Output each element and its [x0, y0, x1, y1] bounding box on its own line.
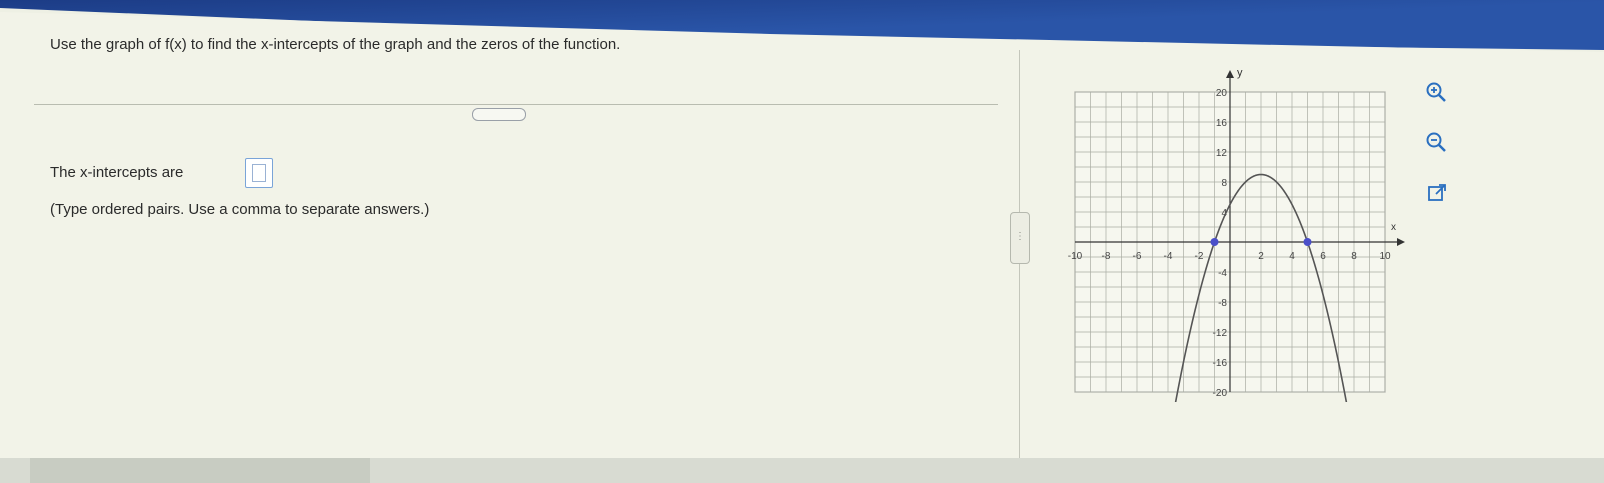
divider — [34, 104, 998, 105]
y-axis-label: y — [1237, 67, 1243, 79]
y-tick-label: -12 — [1213, 328, 1228, 339]
y-tick-label: -4 — [1218, 268, 1227, 279]
x-tick-label: -8 — [1102, 251, 1111, 262]
question-text: Use the graph of f(x) to find the x-inte… — [50, 36, 621, 53]
x-tick-label: 6 — [1320, 251, 1326, 262]
external-link-icon[interactable] — [1426, 182, 1450, 206]
y-tick-label: -8 — [1218, 298, 1227, 309]
y-axis-arrow — [1226, 70, 1234, 78]
y-tick-label: 20 — [1216, 88, 1228, 99]
x-tick-label: 4 — [1289, 251, 1295, 262]
x-axis-arrow — [1397, 238, 1405, 246]
zoom-in-icon[interactable] — [1424, 80, 1448, 104]
x-axis-label: x — [1391, 222, 1396, 233]
x-tick-label: -10 — [1068, 251, 1083, 262]
x-tick-label: -4 — [1164, 251, 1173, 262]
answer-input[interactable] — [245, 158, 273, 188]
bottom-bar — [0, 458, 1604, 483]
x-intercept-point — [1303, 238, 1312, 246]
panel-split-handle[interactable]: ⋮ — [1010, 212, 1030, 264]
x-tick-label: -6 — [1133, 251, 1142, 262]
y-tick-label: -16 — [1213, 358, 1228, 369]
x-tick-label: 2 — [1258, 251, 1264, 262]
zoom-out-icon[interactable] — [1424, 130, 1448, 154]
answer-hint: (Type ordered pairs. Use a comma to sepa… — [50, 201, 430, 218]
y-tick-label: 8 — [1221, 178, 1227, 189]
y-tick-label: 16 — [1216, 118, 1228, 129]
answer-label: The x-intercepts are — [50, 164, 184, 181]
function-graph: xy-10 -8 -6 -4 -2 2 4 6 8 1020161284-4-8-12-16-20 — [1068, 67, 1405, 402]
y-tick-label: -20 — [1213, 388, 1228, 399]
x-intercept-point — [1210, 238, 1219, 246]
x-tick-label: 10 — [1379, 251, 1391, 262]
resize-handle[interactable] — [472, 108, 526, 121]
x-tick-label: 8 — [1351, 251, 1357, 262]
y-tick-label: 12 — [1216, 148, 1228, 159]
x-tick-label: -2 — [1195, 251, 1204, 262]
